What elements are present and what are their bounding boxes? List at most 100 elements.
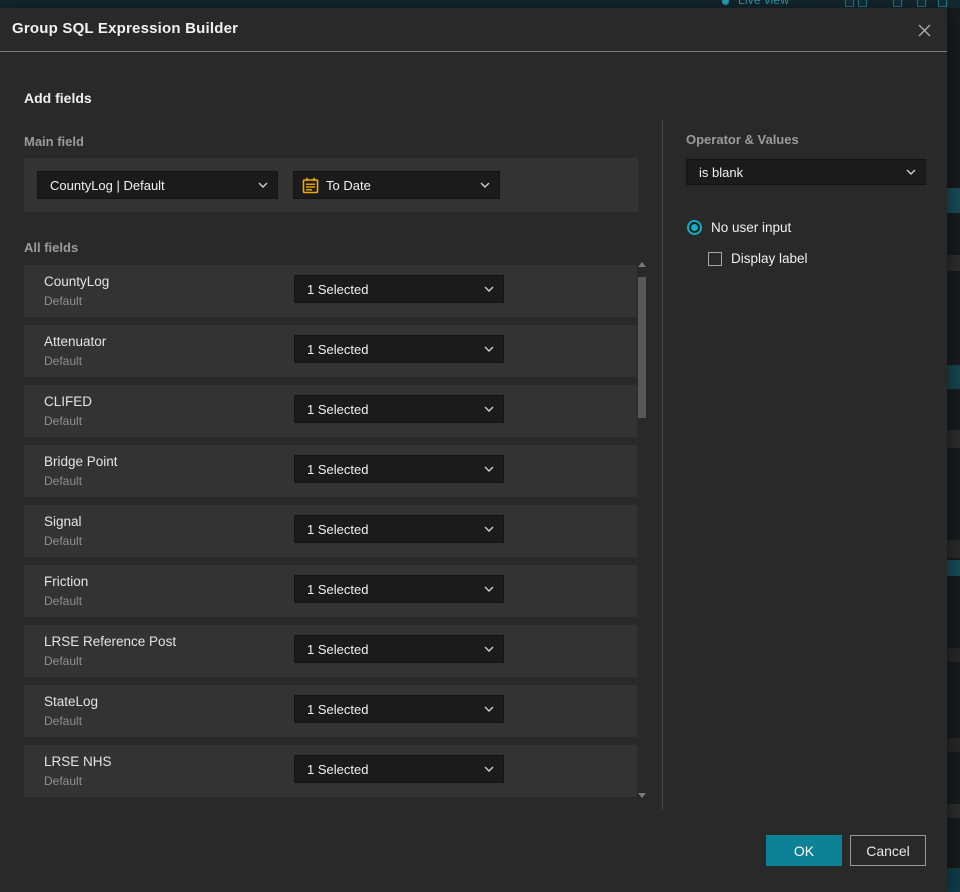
main-field-select-value: CountyLog | Default [50,177,165,193]
field-row: Attenuator Default 1 Selected [24,325,637,377]
main-field-type-value: To Date [326,177,371,193]
field-selection-select[interactable]: 1 Selected [294,755,504,783]
live-view-dot-icon [722,0,729,5]
group-sql-expression-builder-dialog: Group SQL Expression Builder Add fields … [0,8,947,892]
field-selection-value: 1 Selected [307,701,369,717]
field-row: StateLog Default 1 Selected [24,685,637,737]
toolbar-icon [893,0,902,7]
toolbar-icon [938,0,947,7]
operator-values-label: Operator & Values [686,132,799,147]
field-selection-value: 1 Selected [307,401,369,417]
add-fields-heading: Add fields [24,90,92,106]
field-selection-value: 1 Selected [307,281,369,297]
field-row: LRSE Reference Post Default 1 Selected [24,625,637,677]
field-selection-value: 1 Selected [307,341,369,357]
main-field-type-select[interactable]: To Date [293,171,500,199]
panel-divider [662,120,663,810]
field-name: StateLog [44,694,99,709]
all-fields-list: CountyLog Default 1 Selected Attenuator … [24,265,637,805]
no-user-input-radio[interactable]: No user input [687,220,791,235]
dialog-titlebar: Group SQL Expression Builder [0,8,947,52]
field-subtitle: Default [44,594,83,608]
background-fragment [947,255,960,271]
scroll-down-icon[interactable] [638,793,646,798]
toolbar-icon [858,0,867,7]
toolbar-icon [845,0,854,7]
display-label-checkbox[interactable]: Display label [708,251,808,266]
field-selection-select[interactable]: 1 Selected [294,455,504,483]
field-row: Friction Default 1 Selected [24,565,637,617]
main-field-label: Main field [24,134,84,149]
field-selection-select[interactable]: 1 Selected [294,635,504,663]
operator-select-value: is blank [699,164,744,180]
chevron-down-icon [484,766,494,772]
all-fields-label: All fields [24,240,79,255]
toolbar-icon [917,0,926,7]
main-field-select[interactable]: CountyLog | Default [37,171,278,199]
operator-select[interactable]: is blank [686,159,926,185]
field-selection-value: 1 Selected [307,521,369,537]
cancel-button[interactable]: Cancel [850,835,926,866]
close-icon [918,24,930,36]
chevron-down-icon [484,526,494,532]
field-subtitle: Default [44,414,83,428]
background-fragment [947,868,960,892]
field-subtitle: Default [44,474,83,488]
main-field-row: CountyLog | Default To Date [24,158,638,212]
field-subtitle: Default [44,354,83,368]
background-fragment [947,365,960,389]
field-name: Bridge Point [44,454,118,469]
background-app-top-strip: Live view [0,0,960,8]
field-selection-select[interactable]: 1 Selected [294,695,504,723]
field-row: CountyLog Default 1 Selected [24,265,637,317]
field-name: Signal [44,514,82,529]
field-selection-value: 1 Selected [307,761,369,777]
chevron-down-icon [258,182,268,188]
field-subtitle: Default [44,714,83,728]
background-fragment [947,540,960,558]
field-name: LRSE Reference Post [44,634,177,649]
chevron-down-icon [484,286,494,292]
live-view-label: Live view [738,0,790,7]
field-name: CountyLog [44,274,110,289]
scrollbar-thumb[interactable] [638,277,646,418]
field-name: LRSE NHS [44,754,112,769]
background-fragment [947,648,960,662]
scroll-up-icon[interactable] [638,262,646,267]
background-fragment [947,804,960,818]
background-fragment [947,560,960,576]
chevron-down-icon [484,646,494,652]
field-selection-select[interactable]: 1 Selected [294,335,504,363]
field-subtitle: Default [44,294,83,308]
field-subtitle: Default [44,534,83,548]
chevron-down-icon [484,346,494,352]
field-selection-select[interactable]: 1 Selected [294,575,504,603]
field-name: Friction [44,574,89,589]
close-button[interactable] [910,16,938,44]
field-selection-select[interactable]: 1 Selected [294,395,504,423]
background-fragment [947,430,960,448]
chevron-down-icon [484,586,494,592]
field-row: LRSE NHS Default 1 Selected [24,745,637,797]
chevron-down-icon [906,169,916,175]
field-subtitle: Default [44,774,83,788]
field-row: Signal Default 1 Selected [24,505,637,557]
radio-selected-icon [687,220,702,235]
screen: Live view Group SQL Expression Builder A [0,0,960,892]
radio-dot [691,224,698,231]
calendar-icon [302,177,319,194]
background-fragment [947,188,960,213]
checkbox-unchecked-icon [708,251,722,266]
chevron-down-icon [484,466,494,472]
field-selection-select[interactable]: 1 Selected [294,515,504,543]
field-name: Attenuator [44,334,107,349]
no-user-input-label: No user input [711,220,792,235]
fields-list-scrollbar[interactable] [638,260,646,800]
field-subtitle: Default [44,654,83,668]
field-selection-value: 1 Selected [307,641,369,657]
ok-button[interactable]: OK [766,835,842,866]
field-row: CLIFED Default 1 Selected [24,385,637,437]
field-selection-select[interactable]: 1 Selected [294,275,504,303]
background-fragment [947,738,960,752]
display-label-label: Display label [731,251,808,266]
